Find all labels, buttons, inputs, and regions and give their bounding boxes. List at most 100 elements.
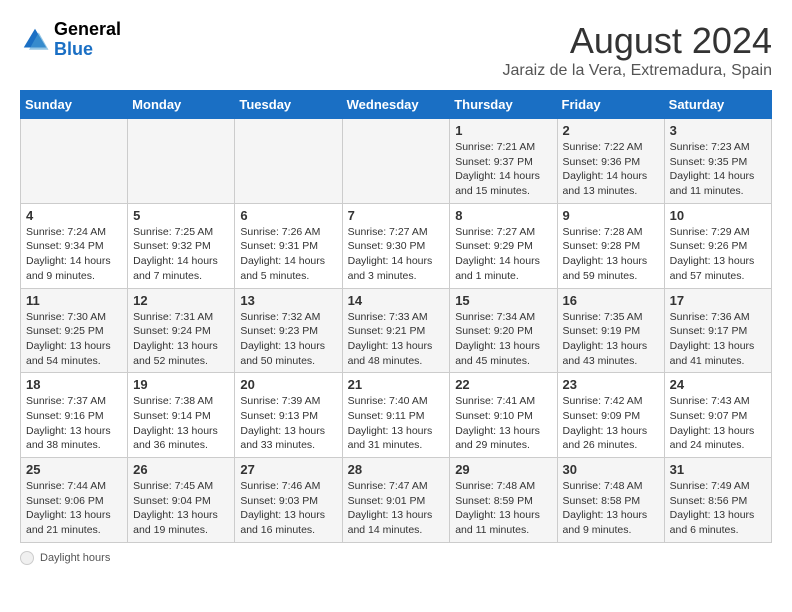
day-number: 7 xyxy=(348,208,445,223)
day-info: Sunrise: 7:37 AM Sunset: 9:16 PM Dayligh… xyxy=(26,394,122,453)
day-number: 2 xyxy=(563,123,659,138)
day-info: Sunrise: 7:30 AM Sunset: 9:25 PM Dayligh… xyxy=(26,310,122,369)
day-number: 14 xyxy=(348,293,445,308)
calendar-cell: 26Sunrise: 7:45 AM Sunset: 9:04 PM Dayli… xyxy=(128,458,235,543)
calendar-cell xyxy=(235,119,342,204)
legend: Daylight hours xyxy=(20,551,772,565)
day-info: Sunrise: 7:48 AM Sunset: 8:58 PM Dayligh… xyxy=(563,479,659,538)
calendar-cell: 5 Sunrise: 7:25 AM Sunset: 9:32 PM Daylig… xyxy=(128,203,235,288)
day-info: Sunrise: 7:26 AM Sunset: 9:31 PM Dayligh… xyxy=(240,225,336,284)
day-number: 5 xyxy=(133,208,229,223)
calendar-cell: 10Sunrise: 7:29 AM Sunset: 9:26 PM Dayli… xyxy=(664,203,771,288)
logo-text: General Blue xyxy=(54,20,121,60)
calendar-cell: 3Sunrise: 7:23 AM Sunset: 9:35 PM Daylig… xyxy=(664,119,771,204)
legend-icon xyxy=(20,551,34,565)
location-subtitle: Jaraiz de la Vera, Extremadura, Spain xyxy=(503,62,772,80)
day-info: Sunrise: 7:34 AM Sunset: 9:20 PM Dayligh… xyxy=(455,310,551,369)
calendar-cell: 8Sunrise: 7:27 AM Sunset: 9:29 PM Daylig… xyxy=(450,203,557,288)
calendar-cell: 24 Sunrise: 7:43 AM Sunset: 9:07 PM Dayli… xyxy=(664,373,771,458)
calendar-cell: 18 Sunrise: 7:37 AM Sunset: 9:16 PM Dayli… xyxy=(21,373,128,458)
weekday-header-saturday: Saturday xyxy=(664,91,771,119)
day-number: 9 xyxy=(563,208,659,223)
calendar-cell: 22Sunrise: 7:41 AM Sunset: 9:10 PM Dayli… xyxy=(450,373,557,458)
weekday-header-monday: Monday xyxy=(128,91,235,119)
day-number: 8 xyxy=(455,208,551,223)
calendar-cell: 1 Sunrise: 7:21 AM Sunset: 9:37 PM Daylig… xyxy=(450,119,557,204)
day-info: Sunrise: 7:35 AM Sunset: 9:19 PM Dayligh… xyxy=(563,310,659,369)
day-info: Sunrise: 7:25 AM Sunset: 9:32 PM Dayligh… xyxy=(133,225,229,284)
calendar-cell xyxy=(128,119,235,204)
day-info: Sunrise: 7:39 AM Sunset: 9:13 PM Dayligh… xyxy=(240,394,336,453)
calendar-cell: 4 Sunrise: 7:24 AM Sunset: 9:34 PM Daylig… xyxy=(21,203,128,288)
day-info: Sunrise: 7:47 AM Sunset: 9:01 PM Dayligh… xyxy=(348,479,445,538)
calendar-cell: 14 Sunrise: 7:33 AM Sunset: 9:21 PM Dayli… xyxy=(342,288,450,373)
day-number: 13 xyxy=(240,293,336,308)
day-number: 11 xyxy=(26,293,122,308)
calendar-cell: 2 Sunrise: 7:22 AM Sunset: 9:36 PM Daylig… xyxy=(557,119,664,204)
day-info: Sunrise: 7:42 AM Sunset: 9:09 PM Dayligh… xyxy=(563,394,659,453)
calendar-week-row: 4 Sunrise: 7:24 AM Sunset: 9:34 PM Daylig… xyxy=(21,203,772,288)
day-info: Sunrise: 7:22 AM Sunset: 9:36 PM Dayligh… xyxy=(563,140,659,199)
day-number: 4 xyxy=(26,208,122,223)
calendar-cell: 16 Sunrise: 7:35 AM Sunset: 9:19 PM Dayli… xyxy=(557,288,664,373)
day-info: Sunrise: 7:40 AM Sunset: 9:11 PM Dayligh… xyxy=(348,394,445,453)
day-number: 28 xyxy=(348,462,445,477)
day-info: Sunrise: 7:44 AM Sunset: 9:06 PM Dayligh… xyxy=(26,479,122,538)
day-number: 24 xyxy=(670,377,766,392)
calendar-week-row: 1 Sunrise: 7:21 AM Sunset: 9:37 PM Daylig… xyxy=(21,119,772,204)
calendar-cell: 23 Sunrise: 7:42 AM Sunset: 9:09 PM Dayli… xyxy=(557,373,664,458)
day-number: 26 xyxy=(133,462,229,477)
calendar-cell: 27Sunrise: 7:46 AM Sunset: 9:03 PM Dayli… xyxy=(235,458,342,543)
calendar-cell: 29 Sunrise: 7:48 AM Sunset: 8:59 PM Dayli… xyxy=(450,458,557,543)
weekday-header-thursday: Thursday xyxy=(450,91,557,119)
weekday-header-sunday: Sunday xyxy=(21,91,128,119)
calendar-week-row: 18 Sunrise: 7:37 AM Sunset: 9:16 PM Dayli… xyxy=(21,373,772,458)
day-number: 19 xyxy=(133,377,229,392)
day-info: Sunrise: 7:27 AM Sunset: 9:30 PM Dayligh… xyxy=(348,225,445,284)
calendar-table: SundayMondayTuesdayWednesdayThursdayFrid… xyxy=(20,90,772,543)
calendar-cell xyxy=(342,119,450,204)
logo: General Blue xyxy=(20,20,121,60)
calendar-week-row: 11 Sunrise: 7:30 AM Sunset: 9:25 PM Dayli… xyxy=(21,288,772,373)
day-number: 27 xyxy=(240,462,336,477)
day-info: Sunrise: 7:49 AM Sunset: 8:56 PM Dayligh… xyxy=(670,479,766,538)
day-info: Sunrise: 7:24 AM Sunset: 9:34 PM Dayligh… xyxy=(26,225,122,284)
calendar-cell: 9Sunrise: 7:28 AM Sunset: 9:28 PM Daylig… xyxy=(557,203,664,288)
day-info: Sunrise: 7:32 AM Sunset: 9:23 PM Dayligh… xyxy=(240,310,336,369)
calendar-cell: 21Sunrise: 7:40 AM Sunset: 9:11 PM Dayli… xyxy=(342,373,450,458)
day-info: Sunrise: 7:21 AM Sunset: 9:37 PM Dayligh… xyxy=(455,140,551,199)
calendar-cell: 15 Sunrise: 7:34 AM Sunset: 9:20 PM Dayli… xyxy=(450,288,557,373)
month-title: August 2024 xyxy=(503,20,772,62)
day-info: Sunrise: 7:33 AM Sunset: 9:21 PM Dayligh… xyxy=(348,310,445,369)
day-number: 17 xyxy=(670,293,766,308)
logo-icon xyxy=(20,25,50,55)
day-info: Sunrise: 7:48 AM Sunset: 8:59 PM Dayligh… xyxy=(455,479,551,538)
day-number: 16 xyxy=(563,293,659,308)
weekday-header-wednesday: Wednesday xyxy=(342,91,450,119)
day-number: 18 xyxy=(26,377,122,392)
day-info: Sunrise: 7:31 AM Sunset: 9:24 PM Dayligh… xyxy=(133,310,229,369)
day-number: 6 xyxy=(240,208,336,223)
day-number: 20 xyxy=(240,377,336,392)
calendar-cell xyxy=(21,119,128,204)
day-info: Sunrise: 7:36 AM Sunset: 9:17 PM Dayligh… xyxy=(670,310,766,369)
day-number: 23 xyxy=(563,377,659,392)
calendar-week-row: 25 Sunrise: 7:44 AM Sunset: 9:06 PM Dayli… xyxy=(21,458,772,543)
calendar-cell: 25 Sunrise: 7:44 AM Sunset: 9:06 PM Dayli… xyxy=(21,458,128,543)
day-info: Sunrise: 7:23 AM Sunset: 9:35 PM Dayligh… xyxy=(670,140,766,199)
day-number: 15 xyxy=(455,293,551,308)
calendar-cell: 11 Sunrise: 7:30 AM Sunset: 9:25 PM Dayli… xyxy=(21,288,128,373)
day-number: 10 xyxy=(670,208,766,223)
day-number: 25 xyxy=(26,462,122,477)
day-info: Sunrise: 7:41 AM Sunset: 9:10 PM Dayligh… xyxy=(455,394,551,453)
day-info: Sunrise: 7:43 AM Sunset: 9:07 PM Dayligh… xyxy=(670,394,766,453)
weekday-header-tuesday: Tuesday xyxy=(235,91,342,119)
day-number: 1 xyxy=(455,123,551,138)
calendar-cell: 6 Sunrise: 7:26 AM Sunset: 9:31 PM Daylig… xyxy=(235,203,342,288)
calendar-cell: 20 Sunrise: 7:39 AM Sunset: 9:13 PM Dayli… xyxy=(235,373,342,458)
calendar-cell: 12Sunrise: 7:31 AM Sunset: 9:24 PM Dayli… xyxy=(128,288,235,373)
day-number: 31 xyxy=(670,462,766,477)
day-number: 30 xyxy=(563,462,659,477)
calendar-cell: 28 Sunrise: 7:47 AM Sunset: 9:01 PM Dayli… xyxy=(342,458,450,543)
day-number: 29 xyxy=(455,462,551,477)
